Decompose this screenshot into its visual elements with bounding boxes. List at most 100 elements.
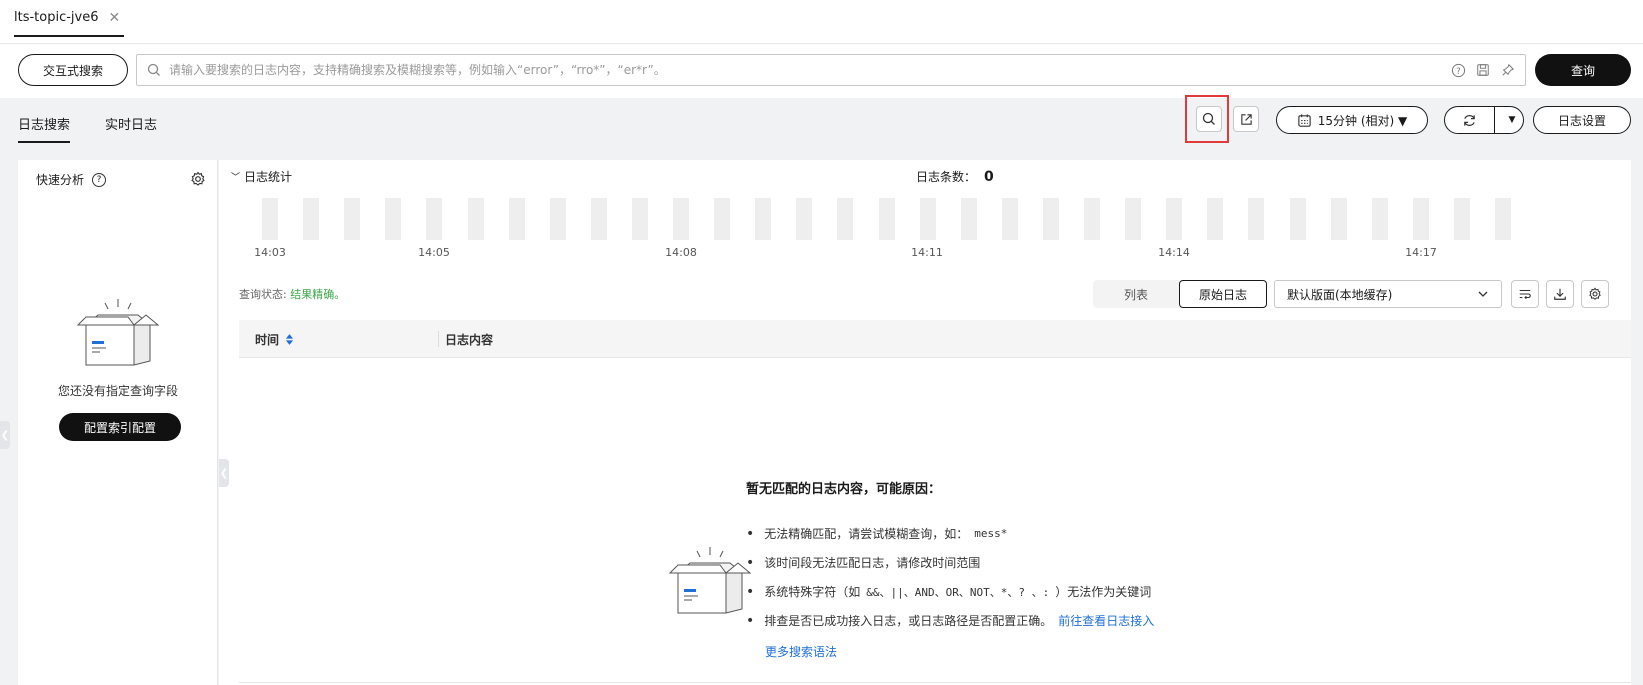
reason-code: &&、||、AND、OR、NOT、*、? 、: bbox=[866, 585, 1050, 599]
table-settings-button[interactable] bbox=[1581, 280, 1609, 308]
highlight-annotation bbox=[1185, 95, 1229, 143]
interactive-search-button[interactable]: 交互式搜索 bbox=[18, 54, 128, 86]
help-icon[interactable]: ? bbox=[92, 172, 107, 187]
log-count-label: 日志条数： bbox=[916, 170, 977, 184]
log-count: 日志条数： 0 bbox=[916, 168, 994, 185]
histogram-bar bbox=[1084, 198, 1100, 240]
histogram-bar bbox=[467, 198, 484, 240]
refresh-button[interactable] bbox=[1445, 107, 1495, 133]
tab-realtime-log[interactable]: 实时日志 bbox=[105, 114, 157, 141]
histogram-bar bbox=[344, 198, 361, 240]
time-range-selector[interactable]: 15分钟 (相对) ▼ bbox=[1276, 106, 1428, 134]
log-settings-button[interactable]: 日志设置 bbox=[1533, 106, 1631, 134]
collapse-left-handle[interactable]: ❮ bbox=[0, 421, 10, 449]
search-box: ? bbox=[136, 54, 1526, 86]
query-status-label: 查询状态: bbox=[239, 288, 291, 301]
histogram-bar bbox=[1371, 198, 1388, 240]
quick-analysis-panel: 快速分析 ? 您还没有指定查询字段 配置索引配置 bbox=[18, 160, 218, 685]
histogram-bar bbox=[1248, 198, 1265, 240]
histogram-bar bbox=[837, 198, 854, 240]
download-button[interactable] bbox=[1546, 280, 1574, 308]
sort-icon bbox=[285, 334, 294, 345]
view-list-button[interactable]: 列表 bbox=[1093, 280, 1179, 308]
histogram-bar bbox=[631, 198, 648, 240]
reason-text: 该时间段无法匹配日志，请修改时间范围 bbox=[764, 556, 981, 570]
calendar-icon bbox=[1298, 113, 1311, 127]
more-syntax-link[interactable]: 更多搜索语法 bbox=[765, 643, 1366, 660]
empty-reasons-list: 无法精确匹配，请尝试模糊查询，如： mess* 该时间段无法匹配日志，请修改时间范… bbox=[746, 519, 1366, 635]
gear-icon[interactable] bbox=[190, 171, 206, 187]
save-icon[interactable] bbox=[1475, 62, 1491, 78]
histogram-bar bbox=[755, 198, 772, 240]
time-tick-label: 14:17 bbox=[1405, 246, 1437, 259]
search-row: 交互式搜索 ? 查询 bbox=[0, 44, 1643, 98]
time-tick-label: 14:05 bbox=[418, 246, 450, 259]
time-range-label: 15分钟 (相对) ▼ bbox=[1317, 113, 1408, 128]
histogram-bar bbox=[878, 198, 895, 240]
histogram-bar bbox=[1495, 198, 1511, 240]
search-input[interactable] bbox=[161, 56, 1450, 84]
chevron-down-icon[interactable]: ▼ bbox=[1501, 115, 1523, 125]
histogram-bar bbox=[1125, 198, 1142, 240]
tab-lts-topic[interactable]: lts-topic-jve6 ✕ bbox=[14, 0, 125, 37]
close-icon[interactable]: ✕ bbox=[109, 10, 121, 26]
histogram-bar bbox=[673, 198, 689, 240]
list-item: 无法精确匹配，请尝试模糊查询，如： mess* bbox=[746, 519, 1366, 548]
log-stats-label: 日志统计 bbox=[244, 170, 293, 184]
sub-toolbar: 日志搜索 实时日志 15分钟 (相对) ▼ ▼ 日志设置 bbox=[0, 98, 1643, 144]
view-mode-toggle: 列表 原始日志 bbox=[1093, 280, 1267, 308]
gear-icon bbox=[1589, 287, 1601, 300]
list-item: 该时间段无法匹配日志，请修改时间范围 bbox=[746, 548, 1366, 577]
quick-analysis-title: 快速分析 ? bbox=[36, 171, 107, 188]
log-table-header: 时间 日志内容 bbox=[239, 320, 1631, 358]
download-icon bbox=[1554, 288, 1566, 300]
histogram-bar bbox=[1207, 198, 1224, 240]
log-histogram: 14:03 14:05 14:08 14:11 14:14 14:17 bbox=[219, 190, 1631, 259]
layout-select[interactable]: 默认版面(本地缓存) bbox=[1274, 280, 1502, 308]
histogram-bar bbox=[1289, 198, 1306, 240]
wrap-lines-button[interactable] bbox=[1511, 280, 1539, 308]
reason-code: mess* bbox=[974, 527, 1008, 540]
log-count-value: 0 bbox=[984, 168, 994, 185]
histogram-bar bbox=[1166, 198, 1183, 240]
refresh-icon bbox=[1464, 114, 1475, 126]
column-time[interactable]: 时间 bbox=[255, 331, 294, 348]
time-tick-label: 14:08 bbox=[665, 246, 697, 259]
log-ingestion-link[interactable]: 前往查看日志接入 bbox=[1058, 612, 1154, 629]
list-item: 系统特殊字符（如 &&、||、AND、OR、NOT、*、? 、: ）无法作为关键词 bbox=[746, 577, 1366, 606]
query-button[interactable]: 查询 bbox=[1535, 54, 1631, 86]
list-item: 排查是否已成功接入日志，或日志路径是否配置正确。 前往查看日志接入 bbox=[746, 606, 1366, 635]
histogram-bar bbox=[714, 198, 731, 240]
configure-index-button[interactable]: 配置索引配置 bbox=[59, 413, 181, 441]
histogram-bar bbox=[303, 198, 320, 240]
tab-label: lts-topic-jve6 bbox=[14, 10, 99, 25]
histogram-bar bbox=[796, 198, 813, 240]
wrap-icon bbox=[1519, 289, 1531, 300]
histogram-bar bbox=[385, 198, 402, 240]
tab-strip: lts-topic-jve6 ✕ bbox=[0, 0, 1643, 44]
view-raw-log-button[interactable]: 原始日志 bbox=[1179, 280, 1267, 308]
query-status-value: 结果精确。 bbox=[290, 288, 346, 301]
search-icon bbox=[147, 63, 160, 76]
open-new-window-button[interactable] bbox=[1233, 106, 1259, 132]
column-content: 日志内容 bbox=[445, 333, 494, 347]
divider bbox=[239, 682, 1631, 683]
column-divider bbox=[438, 331, 439, 347]
tab-log-search[interactable]: 日志搜索 bbox=[18, 114, 71, 143]
column-time-label: 时间 bbox=[255, 333, 280, 347]
pin-icon[interactable] bbox=[1500, 62, 1516, 78]
time-tick-label: 14:14 bbox=[1158, 246, 1190, 259]
log-stats-toggle[interactable]: ﹀ 日志统计 bbox=[231, 168, 292, 185]
histogram-bar bbox=[508, 198, 525, 240]
help-icon[interactable]: ? bbox=[1450, 62, 1466, 78]
reason-text: 排查是否已成功接入日志，或日志路径是否配置正确。 bbox=[764, 614, 1053, 628]
reason-text: 无法精确匹配，请尝试模糊查询，如： bbox=[764, 527, 969, 541]
histogram-bar bbox=[549, 198, 566, 240]
histogram-bar bbox=[426, 198, 443, 240]
chevron-down-icon bbox=[1478, 291, 1488, 297]
refresh-split-button: ▼ bbox=[1444, 106, 1524, 134]
empty-state-title: 暂无匹配的日志内容，可能原因： bbox=[746, 482, 942, 497]
collapse-panel-handle[interactable]: ❮ bbox=[219, 459, 229, 487]
histogram-bar bbox=[590, 198, 607, 240]
empty-box-illustration bbox=[668, 547, 752, 614]
